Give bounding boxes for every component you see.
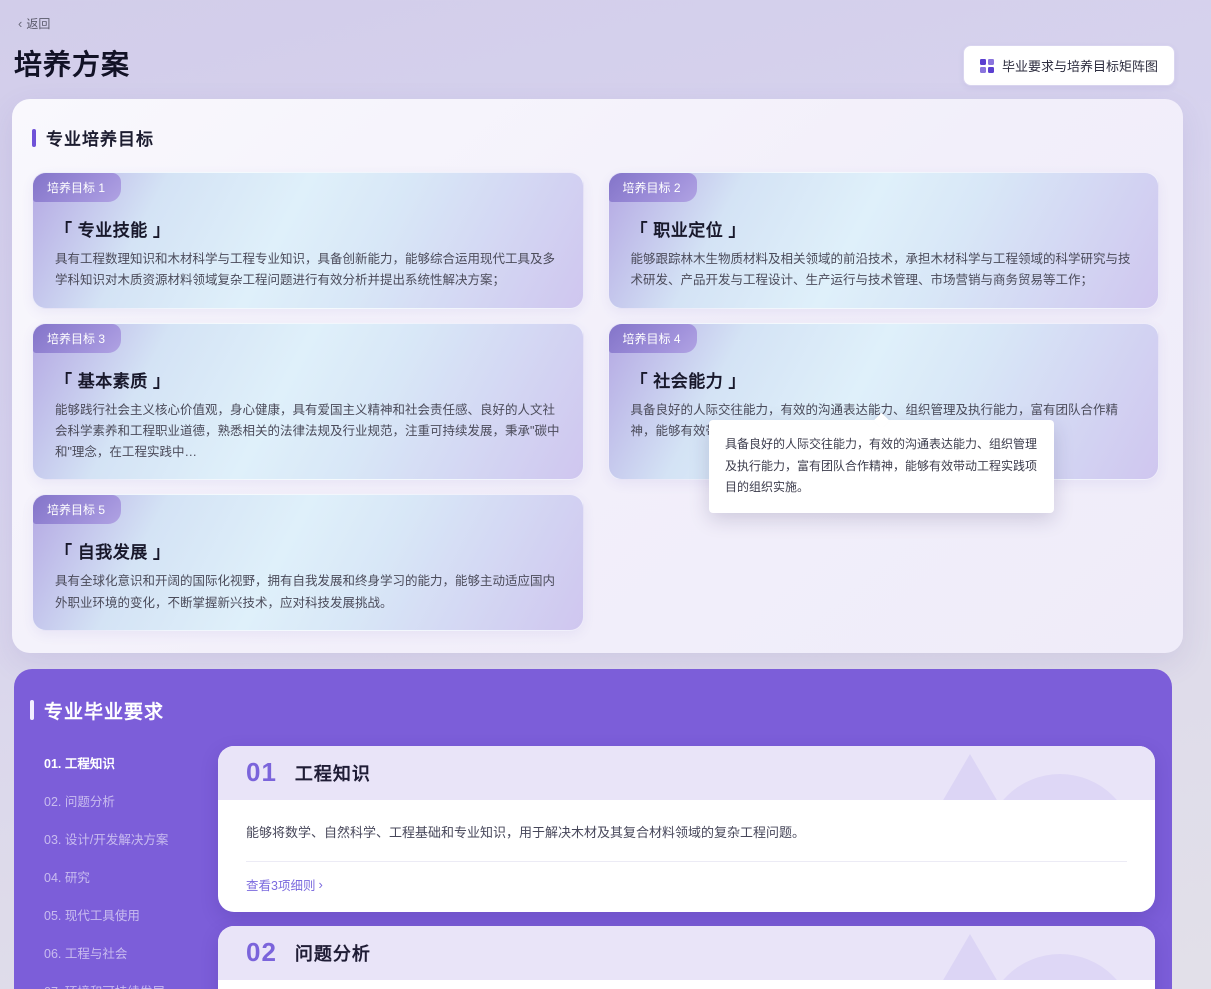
nav-item-problem-analysis[interactable]: 02. 问题分析 [44,784,218,817]
goal-badge-2: 培养目标 2 [609,173,697,202]
section-bar-marker [32,129,36,147]
requirement-card-02-header: 02 问题分析 [218,926,1155,980]
logo-watermark-triangle [900,754,1040,800]
goal-name-2: 「 职业定位 」 [631,216,1137,241]
chevron-left-icon: ‹ [18,17,22,30]
requirement-card-02: 02 问题分析 能够应用木材干燥、木质复合材料、胶黏剂与涂料、木制品生产技术等专… [218,926,1155,989]
matrix-grid-icon [980,59,994,73]
goal-card-5[interactable]: 培养目标 5 「 自我发展 」 具有全球化意识和开阔的国际化视野，拥有自我发展和… [32,494,584,631]
matrix-diagram-button-label: 毕业要求与培养目标矩阵图 [1002,56,1158,75]
requirements-nav: 01. 工程知识 02. 问题分析 03. 设计/开发解决方案 04. 研究 0… [14,746,218,989]
top-bar: ‹ 返回 [0,0,1211,33]
logo-watermark-circle [985,774,1135,800]
requirement-title: 工程知识 [295,760,371,786]
goal-4-tooltip: 具备良好的人际交往能力，有效的沟通表达能力、组织管理及执行能力，富有团队合作精神… [709,420,1054,513]
goal-desc-3: 能够践行社会主义核心价值观，身心健康，具有爱国主义精神和社会责任感、良好的人文社… [55,400,561,464]
goal-name-3: 「 基本素质 」 [55,367,561,392]
divider [246,861,1127,862]
nav-item-engineering-knowledge[interactable]: 01. 工程知识 [44,746,218,779]
back-label: 返回 [26,15,50,32]
goal-name-5: 「 自我发展 」 [55,538,561,563]
nav-item-environment-sustainability[interactable]: 07. 环境和可持续发展 [44,974,218,989]
goal-badge-4: 培养目标 4 [609,324,697,353]
section-bar-marker [30,700,34,720]
nav-item-research[interactable]: 04. 研究 [44,860,218,893]
logo-watermark-circle [985,954,1135,980]
nav-item-modern-tools[interactable]: 05. 现代工具使用 [44,898,218,931]
objectives-section-header: 专业培养目标 [32,125,1159,150]
grid-empty-cell [608,494,1160,631]
requirement-number: 02 [246,937,277,968]
matrix-diagram-button[interactable]: 毕业要求与培养目标矩阵图 [963,45,1175,86]
requirement-description: 能够应用木材干燥、木质复合材料、胶黏剂与涂料、木制品生产技术等专业相关的基本理论… [218,980,1155,989]
requirements-section-title: 专业毕业要求 [44,697,164,724]
goal-card-2[interactable]: 培养目标 2 「 职业定位 」 能够跟踪林木生物质材料及相关领域的前沿技术，承担… [608,172,1160,309]
goal-name-4: 「 社会能力 」 [631,367,1137,392]
requirement-card-01-header: 01 工程知识 [218,746,1155,800]
requirement-description: 能够将数学、自然科学、工程基础和专业知识，用于解决木材及其复合材料领域的复杂工程… [218,800,1155,845]
requirements-section-header: 专业毕业要求 [14,697,1172,724]
goal-badge-1: 培养目标 1 [33,173,121,202]
nav-item-design-solutions[interactable]: 03. 设计/开发解决方案 [44,822,218,855]
view-details-link-01[interactable]: 查看3项细则 › [246,875,323,894]
logo-watermark-triangle [900,934,1040,980]
view-details-label: 查看3项细则 [246,875,315,894]
goal-desc-1: 具有工程数理知识和木材科学与工程专业知识，具备创新能力，能够综合运用现代工具及多… [55,249,561,292]
goal-desc-5: 具有全球化意识和开阔的国际化视野，拥有自我发展和终身学习的能力，能够主动适应国内… [55,571,561,614]
goal-card-1[interactable]: 培养目标 1 「 专业技能 」 具有工程数理知识和木材科学与工程专业知识，具备创… [32,172,584,309]
requirements-body: 01. 工程知识 02. 问题分析 03. 设计/开发解决方案 04. 研究 0… [14,746,1172,989]
requirement-title: 问题分析 [295,940,371,966]
goal-card-3[interactable]: 培养目标 3 「 基本素质 」 能够践行社会主义核心价值观，身心健康，具有爱国主… [32,323,584,481]
objectives-section-title: 专业培养目标 [46,125,154,150]
goal-desc-2: 能够跟踪林木生物质材料及相关领域的前沿技术，承担木材科学与工程领域的科学研究与技… [631,249,1137,292]
back-button[interactable]: ‹ 返回 [18,15,50,32]
chevron-right-icon: › [318,878,322,891]
requirements-cards: 01 工程知识 能够将数学、自然科学、工程基础和专业知识，用于解决木材及其复合材… [218,746,1172,989]
objectives-panel: 专业培养目标 培养目标 1 「 专业技能 」 具有工程数理知识和木材科学与工程专… [12,99,1183,653]
goal-name-1: 「 专业技能 」 [55,216,561,241]
goal-card-grid: 培养目标 1 「 专业技能 」 具有工程数理知识和木材科学与工程专业知识，具备创… [32,172,1159,631]
goal-badge-3: 培养目标 3 [33,324,121,353]
requirements-panel: 专业毕业要求 01. 工程知识 02. 问题分析 03. 设计/开发解决方案 0… [14,669,1172,989]
nav-item-engineering-society[interactable]: 06. 工程与社会 [44,936,218,969]
requirement-number: 01 [246,757,277,788]
requirement-card-01: 01 工程知识 能够将数学、自然科学、工程基础和专业知识，用于解决木材及其复合材… [218,746,1155,912]
goal-badge-5: 培养目标 5 [33,495,121,524]
